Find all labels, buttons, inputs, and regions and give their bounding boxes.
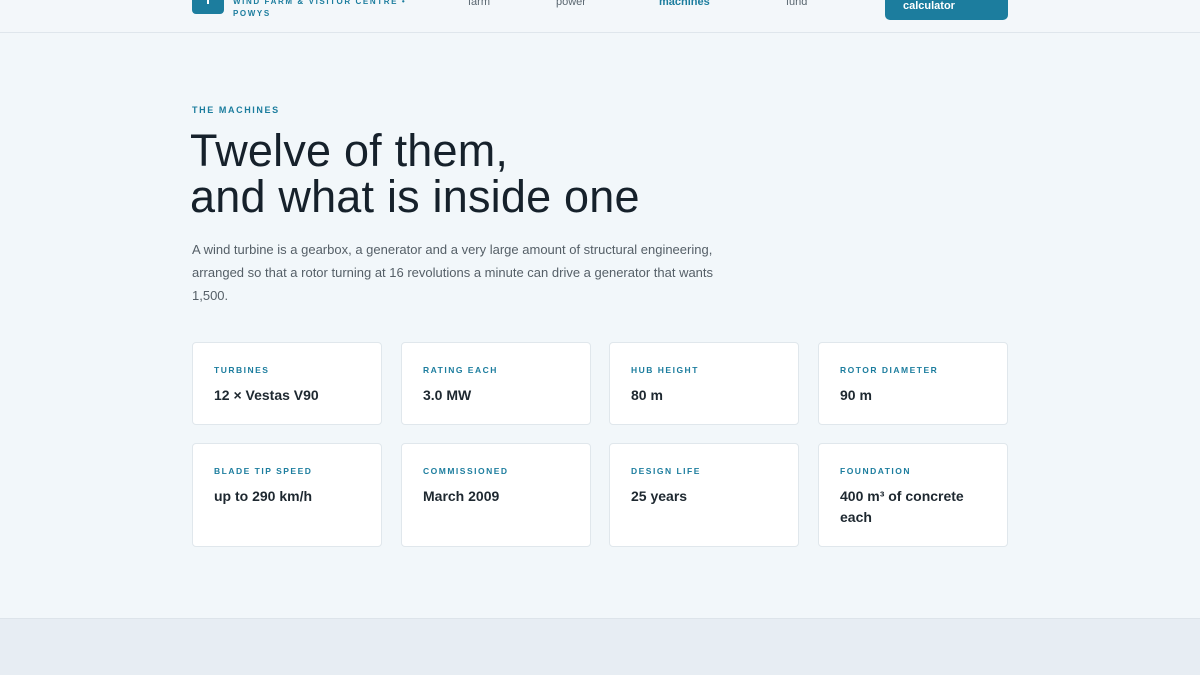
turbine-icon (207, 0, 209, 4)
spec-card-commissioned: COMMISSIONED March 2009 (401, 443, 591, 547)
spec-value: 90 m (840, 387, 872, 403)
spec-value: 400 m³ of concrete each (840, 488, 964, 525)
nav-item-visit[interactable]: visit (750, 0, 769, 3)
spec-label: ROTOR DIAMETER (840, 365, 939, 375)
spec-label: BLADE TIP SPEED (214, 466, 313, 476)
spec-label: FOUNDATION (840, 466, 912, 476)
spec-card-turbines: TURBINES 12 × Vestas V90 (192, 342, 382, 425)
spec-label: DESIGN LIFE (631, 466, 701, 476)
spec-label: RATING EACH (423, 365, 498, 375)
calculator-button[interactable]: calculator (885, 0, 1008, 20)
spec-value: March 2009 (423, 488, 500, 504)
page-title: Twelve of them, and what is inside one (190, 128, 890, 220)
page-title-line-2: and what is inside one (190, 171, 640, 222)
section-eyebrow: THE MACHINES (192, 105, 280, 115)
spec-label: HUB HEIGHT (631, 365, 699, 375)
next-section-band (0, 618, 1200, 675)
spec-value: 80 m (631, 387, 663, 403)
logo-mark[interactable] (192, 0, 224, 14)
spec-card-foundation: FOUNDATION 400 m³ of concrete each (818, 443, 1008, 547)
spec-label: TURBINES (214, 365, 270, 375)
spec-card-rotor-diameter: ROTOR DIAMETER 90 m (818, 342, 1008, 425)
spec-value: up to 290 km/h (214, 488, 313, 504)
nav-item-farm[interactable]: farm (468, 0, 490, 9)
spec-value: 3.0 MW (423, 387, 472, 403)
site-header: WIND FARM & VISITOR CENTRE • POWYS farm … (0, 0, 1200, 33)
page-title-line-1: Twelve of them, (190, 125, 509, 176)
spec-card-design-life: DESIGN LIFE 25 years (609, 443, 799, 547)
spec-card-blade-tip-speed: BLADE TIP SPEED up to 290 km/h (192, 443, 382, 547)
lead-paragraph: A wind turbine is a gearbox, a generator… (192, 242, 714, 303)
spec-value: 25 years (631, 488, 688, 504)
nav-item-fund[interactable]: fund (786, 0, 807, 9)
nav-item-machines[interactable]: machines (659, 0, 710, 9)
spec-label: COMMISSIONED (423, 466, 509, 476)
spec-value: 12 × Vestas V90 (214, 387, 319, 403)
brand-tagline: WIND FARM & VISITOR CENTRE • POWYS (233, 0, 407, 18)
spec-card-hub-height: HUB HEIGHT 80 m (609, 342, 799, 425)
nav-item-power[interactable]: power (556, 0, 586, 9)
spec-card-rating: RATING EACH 3.0 MW (401, 342, 591, 425)
